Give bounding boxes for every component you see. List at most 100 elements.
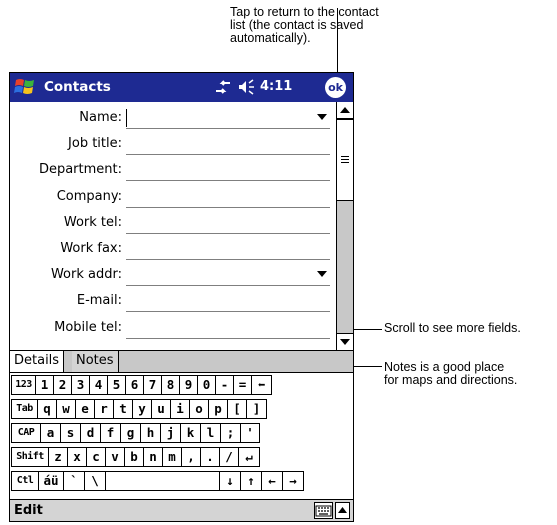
command-bar: Edit <box>10 499 353 521</box>
key-enter[interactable]: ↵ <box>238 447 260 467</box>
keyboard-key[interactable]: [ <box>227 399 247 419</box>
scroll-up-button[interactable] <box>337 102 353 119</box>
keyboard-key[interactable]: n <box>143 447 163 467</box>
field-input[interactable] <box>126 108 314 128</box>
field-input[interactable] <box>126 160 314 180</box>
keyboard-key[interactable]: / <box>219 447 239 467</box>
keyboard-key[interactable]: r <box>94 399 114 419</box>
vertical-scrollbar[interactable] <box>336 102 353 350</box>
keyboard-key[interactable]: 4 <box>89 375 108 395</box>
key-space[interactable] <box>105 471 220 491</box>
keyboard-key[interactable]: d <box>80 423 101 443</box>
form-row: Department: <box>10 158 335 184</box>
input-panel-button[interactable] <box>314 502 333 519</box>
field-input[interactable] <box>126 291 314 311</box>
keyboard-key[interactable]: ] <box>246 399 267 419</box>
key-ctrl[interactable]: Ctl <box>11 471 39 491</box>
keyboard-key[interactable]: \ <box>84 471 106 491</box>
tab-notes[interactable]: Notes <box>72 351 119 372</box>
field-input[interactable] <box>126 187 314 207</box>
keyboard-key[interactable]: f <box>100 423 121 443</box>
keyboard-key[interactable]: m <box>162 447 182 467</box>
keyboard-key[interactable]: v <box>105 447 125 467</box>
key-caps[interactable]: CAP <box>11 423 41 443</box>
keyboard-key[interactable]: ' <box>240 423 260 443</box>
clock-time[interactable]: 4:11 <box>260 79 292 94</box>
keyboard-key[interactable]: 3 <box>71 375 90 395</box>
keyboard-key[interactable]: s <box>60 423 81 443</box>
field-input[interactable] <box>126 134 314 154</box>
key-arrow-down[interactable]: ↓ <box>219 471 241 491</box>
keyboard-key[interactable]: e <box>75 399 95 419</box>
keyboard-key[interactable]: 7 <box>143 375 162 395</box>
key-shift[interactable]: Shift <box>11 447 49 467</box>
windows-start-icon[interactable] <box>13 76 37 98</box>
keyboard-key[interactable]: z <box>48 447 68 467</box>
dropdown-arrow-icon[interactable] <box>317 114 327 120</box>
key-arrow-right[interactable]: → <box>282 471 304 491</box>
keyboard-key[interactable]: o <box>189 399 209 419</box>
field-input[interactable] <box>126 239 314 259</box>
key-backspace[interactable]: ⬅ <box>251 375 272 395</box>
field-label: Work tel: <box>63 214 122 230</box>
edit-menu[interactable]: Edit <box>14 503 43 518</box>
field-label: Name: <box>79 110 122 125</box>
key-intl[interactable]: áü <box>38 471 64 491</box>
keyboard-key[interactable]: b <box>124 447 144 467</box>
keyboard-key[interactable]: 9 <box>179 375 198 395</box>
field-underline <box>126 128 330 129</box>
field-input[interactable] <box>126 318 314 338</box>
keyboard-key[interactable]: 2 <box>53 375 72 395</box>
keyboard-key[interactable]: = <box>233 375 252 395</box>
keyboard-key[interactable]: j <box>160 423 181 443</box>
notes-callout-text: Notes is a good place for maps and direc… <box>384 360 518 387</box>
keyboard-key[interactable]: l <box>200 423 221 443</box>
key-arrow-up[interactable]: ↑ <box>240 471 262 491</box>
keyboard-key[interactable]: q <box>37 399 57 419</box>
chevron-up-icon <box>338 507 347 513</box>
field-label: Mobile tel: <box>54 319 122 335</box>
keyboard-key[interactable]: , <box>181 447 201 467</box>
keyboard-key[interactable]: w <box>56 399 76 419</box>
keyboard-key[interactable]: ; <box>220 423 241 443</box>
keyboard-key[interactable]: 6 <box>125 375 144 395</box>
keyboard-key[interactable]: t <box>113 399 133 419</box>
scroll-thumb[interactable] <box>337 119 353 201</box>
dropdown-arrow-icon[interactable] <box>317 271 327 278</box>
key-arrow-left[interactable]: ← <box>261 471 283 491</box>
form-row: Job title: <box>10 132 335 158</box>
arrow-down-icon <box>340 339 350 345</box>
keyboard-key[interactable]: k <box>180 423 201 443</box>
keyboard-key[interactable]: y <box>132 399 152 419</box>
connectivity-icon[interactable] <box>214 78 232 96</box>
app-title: Contacts <box>44 79 111 95</box>
field-underline <box>126 259 330 260</box>
keyboard-key[interactable]: c <box>86 447 106 467</box>
keyboard-key[interactable]: u <box>151 399 171 419</box>
field-input[interactable] <box>126 265 314 285</box>
keyboard-key[interactable]: . <box>200 447 220 467</box>
field-input[interactable] <box>126 213 314 233</box>
key-123[interactable]: 123 <box>11 375 36 395</box>
keyboard-key[interactable]: 5 <box>107 375 126 395</box>
key-tab[interactable]: Tab <box>11 399 38 419</box>
keyboard-key[interactable]: 1 <box>35 375 54 395</box>
volume-icon[interactable] <box>238 79 255 95</box>
tab-details[interactable]: Details <box>10 351 65 372</box>
keyboard-key[interactable]: 8 <box>161 375 180 395</box>
input-method-menu-button[interactable] <box>335 502 350 519</box>
keyboard-key[interactable]: 0 <box>197 375 216 395</box>
keyboard-key[interactable]: ` <box>63 471 85 491</box>
keyboard-key[interactable]: h <box>140 423 161 443</box>
field-underline <box>126 180 330 182</box>
ok-button[interactable]: ok <box>325 77 346 98</box>
keyboard-key[interactable]: a <box>40 423 61 443</box>
keyboard-key[interactable]: - <box>215 375 234 395</box>
scroll-callout-line <box>354 329 382 330</box>
keyboard-key[interactable]: g <box>120 423 141 443</box>
keyboard-key[interactable]: p <box>208 399 228 419</box>
keyboard-key[interactable]: i <box>170 399 190 419</box>
keyboard-key[interactable]: x <box>67 447 87 467</box>
form-row: E-mail: <box>10 289 335 315</box>
scroll-down-button[interactable] <box>337 333 353 350</box>
